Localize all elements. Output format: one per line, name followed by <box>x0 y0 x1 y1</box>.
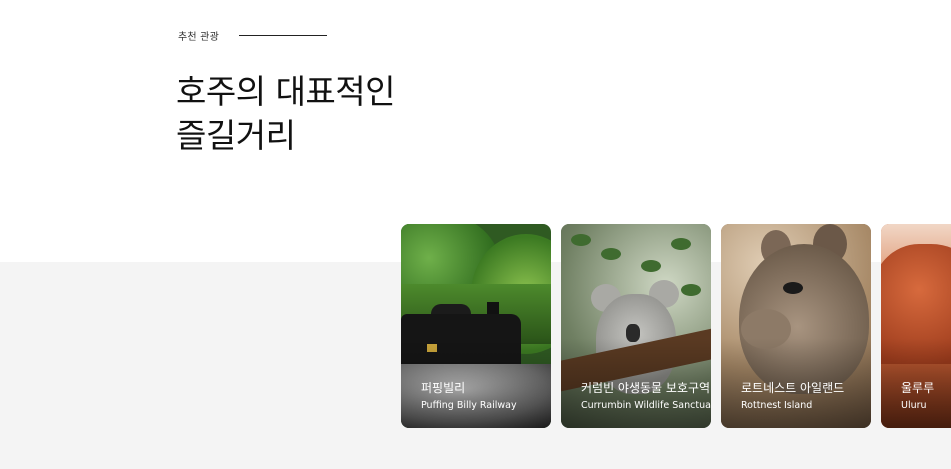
card-image-leaf <box>671 238 691 250</box>
eyebrow-divider <box>238 35 327 36</box>
card-title-korean: 퍼핑빌리 <box>421 381 466 395</box>
section-title-line-2: 즐길거리 <box>176 116 296 155</box>
card-title-korean: 커럼빈 야생동물 보호구역 <box>581 381 711 395</box>
card-title-english: Puffing Billy Railway <box>421 400 517 411</box>
card-image-leaf <box>571 234 591 246</box>
card-image-quokka-eye <box>783 282 803 294</box>
card-image-leaf <box>641 260 661 272</box>
attraction-card-puffing-billy[interactable]: 퍼핑빌리 Puffing Billy Railway <box>401 224 551 428</box>
attraction-card-uluru[interactable]: 울루루 Uluru <box>881 224 951 428</box>
attraction-card-rottnest[interactable]: 로트네스트 아일랜드 Rottnest Island <box>721 224 871 428</box>
attraction-card-currumbin[interactable]: 커럼빈 야생동물 보호구역 Currumbin Wildlife Sanctua… <box>561 224 711 428</box>
eyebrow-label: 추천 관광 <box>178 32 219 43</box>
section-title-line-1: 호주의 대표적인 <box>176 72 396 111</box>
attractions-carousel[interactable]: 퍼핑빌리 Puffing Billy Railway 커럼빈 야생동물 보호구역… <box>401 224 951 428</box>
card-title-english: Currumbin Wildlife Sanctuary <box>581 400 711 411</box>
card-title-english: Uluru <box>901 400 927 411</box>
section-eyebrow: 추천 관광 <box>178 28 327 43</box>
section-title: 호주의 대표적인 즐길거리 <box>176 70 396 158</box>
card-title-korean: 로트네스트 아일랜드 <box>741 381 845 395</box>
card-image-leaf <box>681 284 701 296</box>
card-image-leaf <box>601 248 621 260</box>
card-title-korean: 울루루 <box>901 381 935 395</box>
card-title-english: Rottnest Island <box>741 400 813 411</box>
